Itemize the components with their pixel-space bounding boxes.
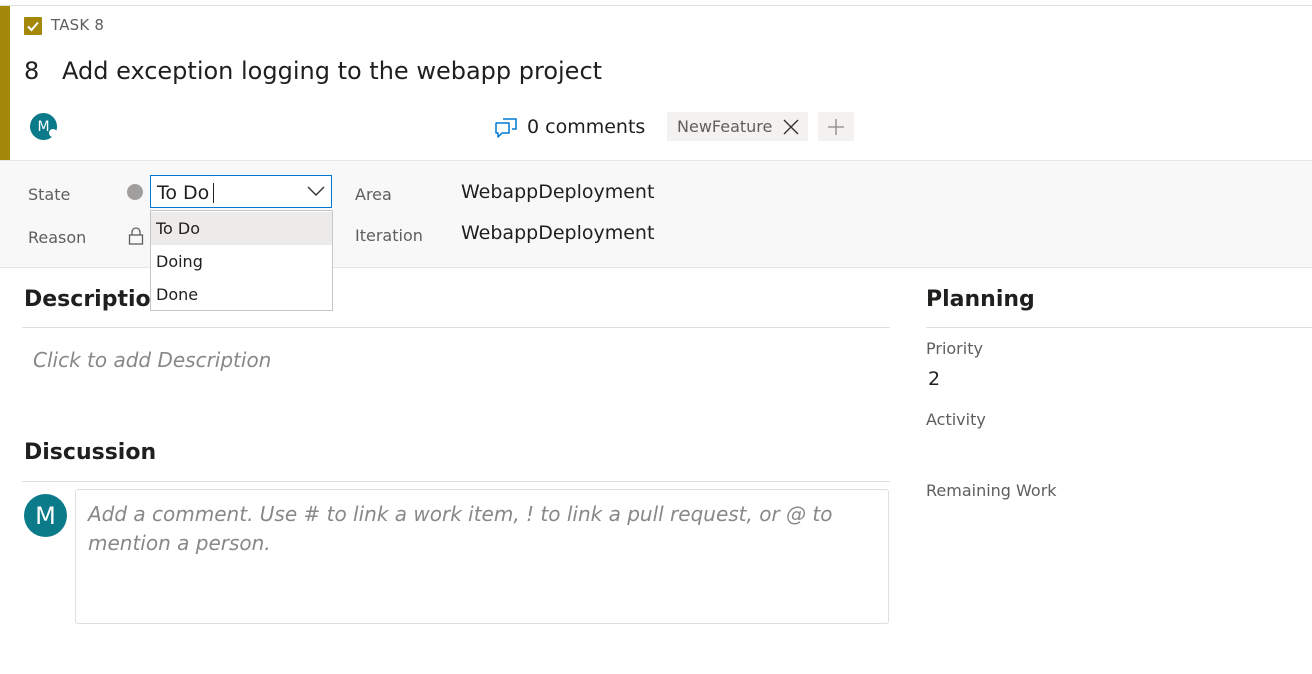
state-options-list: To Do Doing Done: [150, 210, 333, 311]
work-item-id: 8: [24, 57, 40, 85]
area-value[interactable]: WebappDeployment: [461, 181, 654, 203]
top-border: [0, 5, 1312, 6]
activity-label: Activity: [926, 410, 986, 429]
task-type-icon: [24, 17, 42, 35]
chevron-down-icon[interactable]: [307, 184, 325, 198]
lock-icon: [128, 227, 144, 245]
description-editor[interactable]: Click to add Description: [33, 348, 271, 372]
text-caret: [213, 183, 214, 203]
remaining-work-label: Remaining Work: [926, 481, 1057, 500]
state-option-to-do[interactable]: To Do: [151, 212, 332, 245]
avatar-initial: M: [37, 118, 50, 135]
add-tag-button[interactable]: [818, 112, 854, 141]
description-heading: Description: [24, 287, 167, 312]
tag-label: NewFeature: [677, 117, 773, 136]
area-label: Area: [355, 185, 392, 204]
priority-value[interactable]: 2: [928, 368, 940, 390]
planning-heading: Planning: [926, 287, 1035, 312]
state-color-dot: [127, 184, 143, 200]
reason-label: Reason: [28, 228, 87, 247]
state-input-value[interactable]: To Do: [157, 182, 209, 204]
iteration-value[interactable]: WebappDeployment: [461, 222, 654, 244]
work-item-color-bar: [0, 6, 10, 160]
comments-count[interactable]: 0 comments: [527, 116, 645, 138]
state-label: State: [28, 185, 71, 204]
avatar-status-dot: [49, 129, 57, 137]
discussion-heading: Discussion: [24, 440, 157, 465]
tag-newfeature[interactable]: NewFeature: [667, 112, 809, 141]
close-icon[interactable]: [782, 118, 800, 136]
discussion-divider: [22, 481, 890, 482]
plus-icon: [828, 118, 844, 135]
comment-input[interactable]: Add a comment. Use # to link a work item…: [75, 489, 889, 624]
work-item-title[interactable]: Add exception logging to the webapp proj…: [62, 57, 602, 85]
planning-divider: [926, 327, 1312, 328]
work-item-type-label: TASK 8: [51, 16, 105, 34]
state-option-doing[interactable]: Doing: [151, 245, 332, 278]
priority-label: Priority: [926, 339, 983, 358]
avatar: M: [24, 494, 67, 537]
iteration-label: Iteration: [355, 226, 423, 245]
avatar-initial: M: [35, 501, 56, 530]
comments-icon[interactable]: [494, 115, 518, 139]
state-option-done[interactable]: Done: [151, 278, 332, 311]
description-divider: [22, 327, 890, 328]
state-dropdown[interactable]: To Do: [150, 175, 332, 208]
